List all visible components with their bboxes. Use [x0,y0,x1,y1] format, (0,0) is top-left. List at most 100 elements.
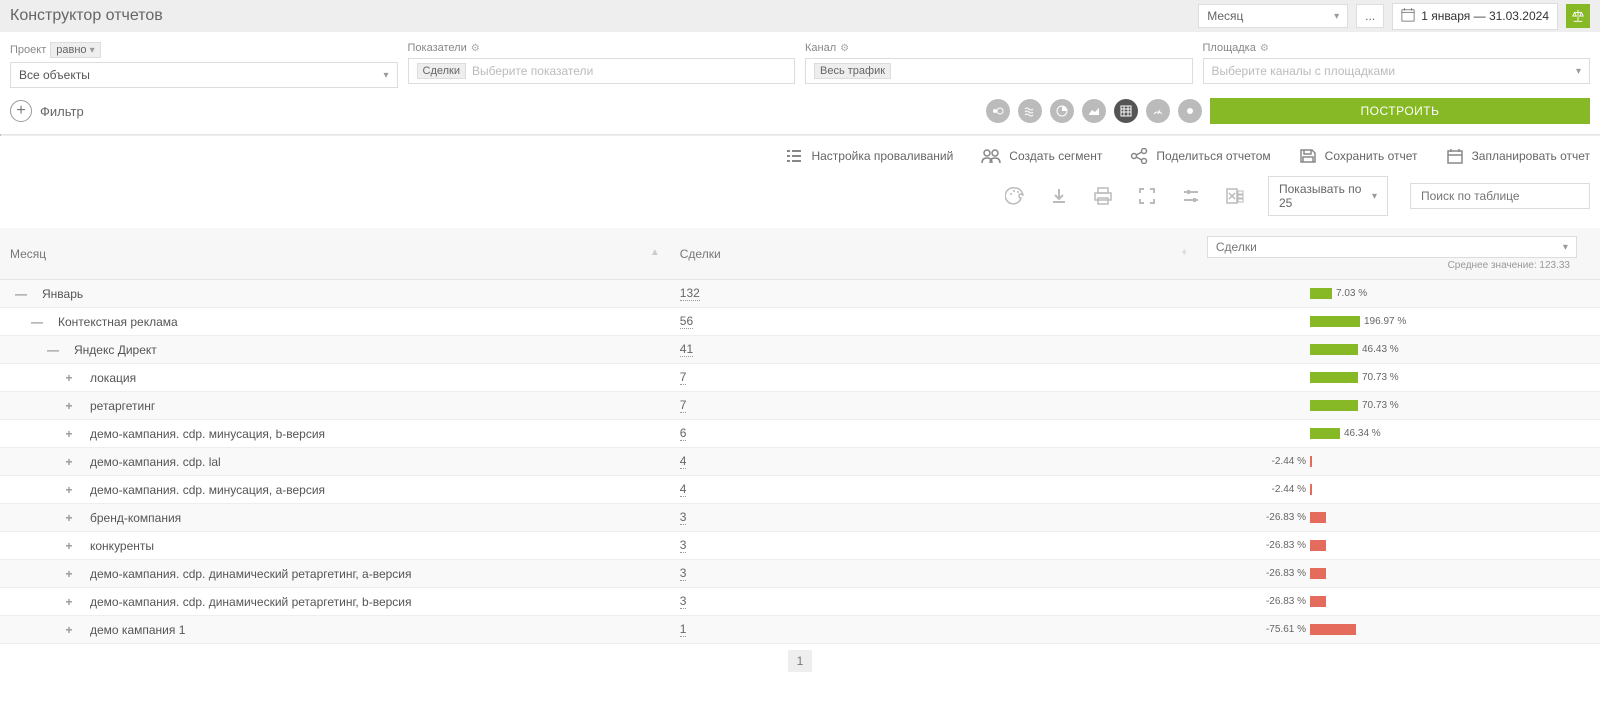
grouping-select[interactable]: Месяц ▾ [1198,4,1348,28]
palette-icon[interactable] [1004,186,1026,206]
table-search-input[interactable] [1410,183,1590,209]
metrics-tag[interactable]: Сделки [417,63,467,79]
search-field[interactable] [1421,189,1579,203]
bar-negative [1310,456,1312,467]
channel-select[interactable]: Весь трафик [805,58,1193,84]
row-name: бренд-компания [90,511,181,525]
project-select[interactable]: Все объекты ▾ [10,62,398,88]
grouping-value: Месяц [1207,9,1243,23]
share-report-button[interactable]: Поделиться отчетом [1130,148,1270,164]
metrics-placeholder: Выберите показатели [472,64,593,78]
bar-positive [1310,400,1358,411]
deal-value[interactable]: 1 [680,622,687,637]
calendar-icon [1401,8,1415,25]
metrics-filter: Показатели ⚙ Сделки Выберите показатели [408,42,796,88]
settings-sliders-icon[interactable] [1180,186,1202,206]
metric-value: Сделки [1216,240,1257,254]
bar-positive [1310,316,1360,327]
share-label: Поделиться отчетом [1156,149,1270,163]
deal-value[interactable]: 56 [680,314,693,329]
deal-value[interactable]: 132 [680,286,700,301]
collapse-icon[interactable]: — [14,287,28,301]
download-icon[interactable] [1048,186,1070,206]
row-name: демо кампания 1 [90,623,185,637]
chart-type-1-icon[interactable] [986,99,1010,123]
chevron-down-icon: ▾ [1372,191,1377,202]
sort-icon: ▲ [650,247,660,258]
list-icon [785,148,803,164]
deal-value[interactable]: 3 [680,538,687,553]
bar-cell: -2.44 % [1207,484,1590,495]
deal-value[interactable]: 6 [680,426,687,441]
expand-icon[interactable]: + [62,623,76,637]
deal-value[interactable]: 7 [680,370,687,385]
print-icon[interactable] [1092,186,1114,206]
deal-value[interactable]: 4 [680,454,687,469]
build-button[interactable]: ПОСТРОИТЬ [1210,98,1590,124]
row-name: Контекстная реклама [58,315,178,329]
deal-value[interactable]: 4 [680,482,687,497]
table-row: +демо-кампания. cdp. минусация, a-версия… [0,476,1600,504]
deal-value[interactable]: 3 [680,566,687,581]
page-1-button[interactable]: 1 [788,650,813,672]
more-button[interactable]: ... [1356,4,1384,28]
pct-label: 46.34 % [1344,428,1414,439]
project-op-tag[interactable]: равно ▾ [50,42,100,58]
chart-type-speed-icon[interactable] [1146,99,1170,123]
top-right-controls: Месяц ▾ ... 1 января — 31.03.2024 [1198,3,1590,30]
gear-icon[interactable]: ⚙ [840,43,849,54]
bar-negative [1310,568,1326,579]
expand-icon[interactable]: + [62,371,76,385]
chart-type-area-icon[interactable] [1082,99,1106,123]
table-row: —Январь1327.03 % [0,280,1600,308]
expand-icon[interactable]: + [62,427,76,441]
expand-icon[interactable]: + [62,567,76,581]
expand-icon[interactable]: + [62,483,76,497]
compare-button[interactable] [1566,4,1590,28]
pct-label: 70.73 % [1362,400,1432,411]
drill-settings-button[interactable]: Настройка проваливаний [785,148,953,164]
expand-icon[interactable]: + [62,399,76,413]
deal-value[interactable]: 41 [680,342,693,357]
deal-value[interactable]: 3 [680,510,687,525]
tool-row: Показывать по 25 ▾ [0,172,1600,228]
chart-type-table-icon[interactable] [1114,99,1138,123]
row-name: ретаргетинг [90,399,155,413]
chart-type-dot-icon[interactable] [1178,99,1202,123]
expand-icon[interactable]: + [62,539,76,553]
col-month-header[interactable]: Месяц ▲ [0,228,670,280]
deal-value[interactable]: 7 [680,398,687,413]
users-icon [981,148,1001,164]
create-segment-button[interactable]: Создать сегмент [981,148,1102,164]
row-name: демо-кампания. cdp. минусация, b-версия [90,427,325,441]
metric-select[interactable]: Сделки ▾ [1207,236,1577,258]
pct-label: -26.83 % [1240,512,1310,523]
expand-icon[interactable]: + [62,455,76,469]
save-report-button[interactable]: Сохранить отчет [1299,148,1418,164]
pct-label: 7.03 % [1336,288,1406,299]
expand-icon[interactable]: + [62,595,76,609]
gear-icon[interactable]: ⚙ [471,43,480,54]
gear-icon[interactable]: ⚙ [1260,43,1269,54]
collapse-icon[interactable]: — [30,315,44,329]
expand-icon[interactable]: + [62,511,76,525]
collapse-icon[interactable]: — [46,343,60,357]
pct-label: 46.43 % [1362,344,1432,355]
channel-tag[interactable]: Весь трафик [814,63,891,79]
site-select[interactable]: Выберите каналы с площадками ▾ [1203,58,1591,84]
site-label: Площадка ⚙ [1203,42,1591,54]
schedule-report-button[interactable]: Запланировать отчет [1446,148,1590,164]
excel-export-icon[interactable] [1224,186,1246,206]
col-deals-header[interactable]: Сделки ♦ [670,228,1197,280]
project-filter: Проект равно ▾ Все объекты ▾ [10,42,398,88]
date-range-picker[interactable]: 1 января — 31.03.2024 [1392,3,1558,30]
table-header-row: Месяц ▲ Сделки ♦ Сделки ▾ Среднее значен… [0,228,1600,280]
page-size-select[interactable]: Показывать по 25 ▾ [1268,176,1388,216]
expand-icon[interactable] [1136,186,1158,206]
metrics-select[interactable]: Сделки Выберите показатели [408,58,796,84]
row-name: локация [90,371,136,385]
add-filter-button[interactable]: + Фильтр [10,100,84,122]
chart-type-wave-icon[interactable] [1018,99,1042,123]
deal-value[interactable]: 3 [680,594,687,609]
chart-type-pie-icon[interactable] [1050,99,1074,123]
